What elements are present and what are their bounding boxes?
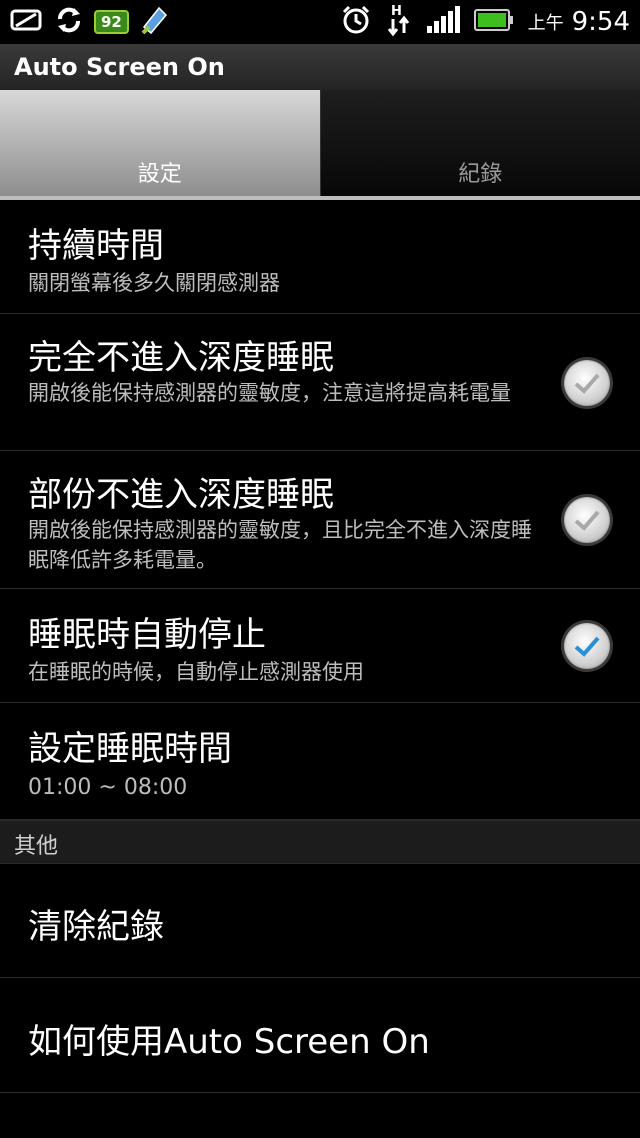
auto-stop-checkbox[interactable]: [564, 623, 610, 669]
app-title-bar: Auto Screen On: [0, 44, 640, 91]
setting-title: 持續時間: [28, 226, 164, 266]
tab-settings-label: 設定: [137, 162, 182, 187]
sms-icon: [10, 8, 44, 36]
alarm-icon: [340, 4, 372, 40]
setting-summary: 開啟後能保持感測器的靈敏度，注意這將提高耗電量: [28, 381, 511, 405]
item-title: 清除紀錄: [28, 907, 164, 947]
setting-auto-stop-while-sleep[interactable]: 睡眠時自動停止 在睡眠的時候，自動停止感測器使用: [0, 589, 640, 703]
app-title: Auto Screen On: [14, 53, 225, 81]
how-to-use-item[interactable]: 如何使用Auto Screen On: [0, 978, 640, 1093]
setting-duration[interactable]: 持續時間 關閉螢幕後多久關閉感測器: [0, 200, 640, 314]
sync-icon: [54, 5, 84, 39]
app-update-icon: [139, 5, 169, 39]
setting-sleep-time[interactable]: 設定睡眠時間 01:00 ~ 08:00: [0, 703, 640, 820]
setting-title: 完全不進入深度睡眠: [28, 338, 334, 378]
section-header-other: 其他: [0, 820, 640, 864]
tab-settings[interactable]: 設定: [0, 90, 320, 198]
setting-title: 部份不進入深度睡眠: [28, 475, 334, 515]
clock-time: 9:54: [571, 7, 630, 37]
status-bar: 92 H 上午 9:54: [0, 0, 640, 44]
clear-records-item[interactable]: 清除紀錄: [0, 863, 640, 978]
svg-text:H: H: [391, 4, 402, 19]
setting-summary: 在睡眠的時候，自動停止感測器使用: [28, 660, 364, 684]
section-title: 其他: [14, 834, 59, 859]
setting-summary: 開啟後能保持感測器的靈敏度，且比完全不進入深度睡眠降低許多耗電量。: [28, 518, 532, 572]
tab-bar: 設定 紀錄: [0, 90, 640, 200]
setting-summary: 01:00 ~ 08:00: [28, 775, 188, 800]
setting-title: 睡眠時自動停止: [28, 615, 266, 655]
full-no-deep-sleep-checkbox[interactable]: [564, 360, 610, 406]
item-title: 如何使用Auto Screen On: [28, 1022, 430, 1062]
setting-title: 設定睡眠時間: [28, 729, 232, 769]
partial-no-deep-sleep-checkbox[interactable]: [564, 497, 610, 543]
tab-records-label: 紀錄: [458, 162, 503, 187]
clock-ampm: 上午: [527, 13, 564, 34]
setting-partial-no-deep-sleep[interactable]: 部份不進入深度睡眠 開啟後能保持感測器的靈敏度，且比完全不進入深度睡眠降低許多耗…: [0, 451, 640, 589]
notification-count-badge: 92: [94, 10, 129, 34]
battery-icon: [473, 9, 514, 35]
hspa-data-icon: H: [386, 3, 412, 41]
setting-full-no-deep-sleep[interactable]: 完全不進入深度睡眠 開啟後能保持感測器的靈敏度，注意這將提高耗電量: [0, 314, 640, 451]
setting-summary: 關閉螢幕後多久關閉感測器: [28, 271, 280, 295]
tab-records[interactable]: 紀錄: [319, 90, 640, 198]
signal-strength-icon: [426, 6, 460, 38]
